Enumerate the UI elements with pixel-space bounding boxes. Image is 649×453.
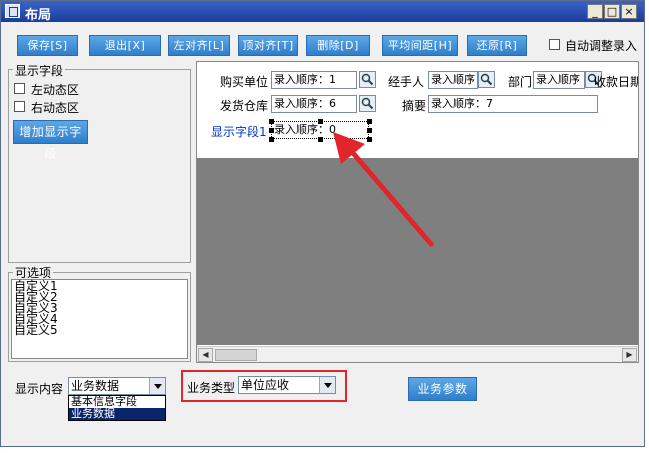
display-fields-title: 显示字段: [13, 62, 66, 79]
summary-field[interactable]: 录入顺序：7: [428, 95, 598, 113]
exit-button[interactable]: 退出[X]: [89, 35, 161, 56]
warehouse-label: 发货仓库: [220, 99, 269, 113]
business-type-select[interactable]: 单位应收: [238, 376, 336, 394]
auto-adjust-checkbox[interactable]: [549, 39, 560, 50]
close-button[interactable]: ×: [621, 4, 637, 19]
buyer-field[interactable]: 录入顺序：1: [271, 71, 357, 89]
resize-handle[interactable]: [269, 128, 274, 133]
business-type-label: 业务类型: [187, 381, 236, 395]
right-dynamic-label: 右动态区: [31, 101, 80, 115]
warehouse-field[interactable]: 录入顺序：6: [271, 95, 357, 113]
options-list-items: 自定义1 自定义2 自定义3 自定义4 自定义5: [14, 280, 58, 336]
list-item[interactable]: 自定义5: [14, 324, 58, 336]
align-left-button[interactable]: 左对齐[L]: [168, 35, 230, 56]
minimize-button[interactable]: _: [587, 4, 603, 19]
resize-handle[interactable]: [269, 137, 274, 142]
left-dynamic-label: 左动态区: [31, 83, 80, 97]
delete-button[interactable]: 删除[D]: [306, 35, 370, 56]
resize-handle[interactable]: [318, 119, 323, 124]
display-field-label: 显示字段1: [211, 125, 267, 139]
align-top-button[interactable]: 顶对齐[T]: [238, 35, 298, 56]
even-spacing-button[interactable]: 平均间距[H]: [382, 35, 458, 56]
content-label: 显示内容: [15, 382, 64, 396]
auto-adjust-label: 自动调整录入: [565, 39, 638, 53]
options-list[interactable]: 自定义1 自定义2 自定义3 自定义4 自定义5: [11, 279, 188, 359]
scroll-thumb[interactable]: [215, 349, 257, 361]
dept-field[interactable]: 录入顺序: [533, 71, 585, 89]
handler-search-icon[interactable]: [478, 71, 495, 88]
horizontal-scrollbar[interactable]: ◀ ▶: [197, 346, 638, 362]
buyer-label: 购买单位: [220, 75, 269, 89]
save-button[interactable]: 保存[S]: [17, 35, 78, 56]
left-dynamic-checkbox[interactable]: [14, 83, 25, 94]
receipt-date-label: 收款日期: [594, 75, 639, 89]
maximize-button[interactable]: □: [604, 4, 620, 19]
chevron-down-icon[interactable]: [149, 378, 165, 394]
title-bar[interactable]: 布局 _ □ ×: [1, 1, 644, 23]
chevron-down-icon[interactable]: [319, 377, 335, 393]
business-type-value: 单位应收: [241, 378, 290, 392]
window-title: 布局: [25, 8, 52, 23]
handler-field[interactable]: 录入顺序: [428, 71, 478, 89]
business-params-button[interactable]: 业务参数: [408, 377, 477, 401]
warehouse-search-icon[interactable]: [359, 95, 376, 112]
add-display-field-button[interactable]: 增加显示字段: [13, 120, 88, 161]
content-dropdown-list[interactable]: 基本信息字段 业务数据: [68, 395, 166, 421]
dropdown-option-selected[interactable]: 业务数据: [69, 408, 165, 420]
scroll-right-icon[interactable]: ▶: [622, 348, 637, 362]
resize-handle[interactable]: [367, 119, 372, 124]
layout-window: 布局 _ □ × 保存[S] 退出[X] 左对齐[L] 顶对齐[T] 删除[D]…: [0, 0, 645, 447]
scroll-left-icon[interactable]: ◀: [198, 348, 213, 362]
summary-label: 摘要: [402, 99, 427, 113]
buyer-search-icon[interactable]: [359, 71, 376, 88]
handler-label: 经手人: [388, 75, 425, 89]
right-dynamic-checkbox[interactable]: [14, 101, 25, 112]
red-arrow-annotation: [333, 132, 434, 247]
restore-button[interactable]: 还原[R]: [467, 35, 527, 56]
content-select-value: 业务数据: [71, 379, 120, 393]
layout-designer-panel[interactable]: 购买单位 录入顺序：1 经手人 录入顺序 部门 录入顺序 收款日期 发货仓库 录…: [196, 61, 639, 363]
resize-handle[interactable]: [318, 137, 323, 142]
content-select[interactable]: 业务数据: [68, 377, 166, 395]
window-icon: [5, 4, 20, 18]
dept-label: 部门: [508, 75, 533, 89]
resize-handle[interactable]: [269, 119, 274, 124]
